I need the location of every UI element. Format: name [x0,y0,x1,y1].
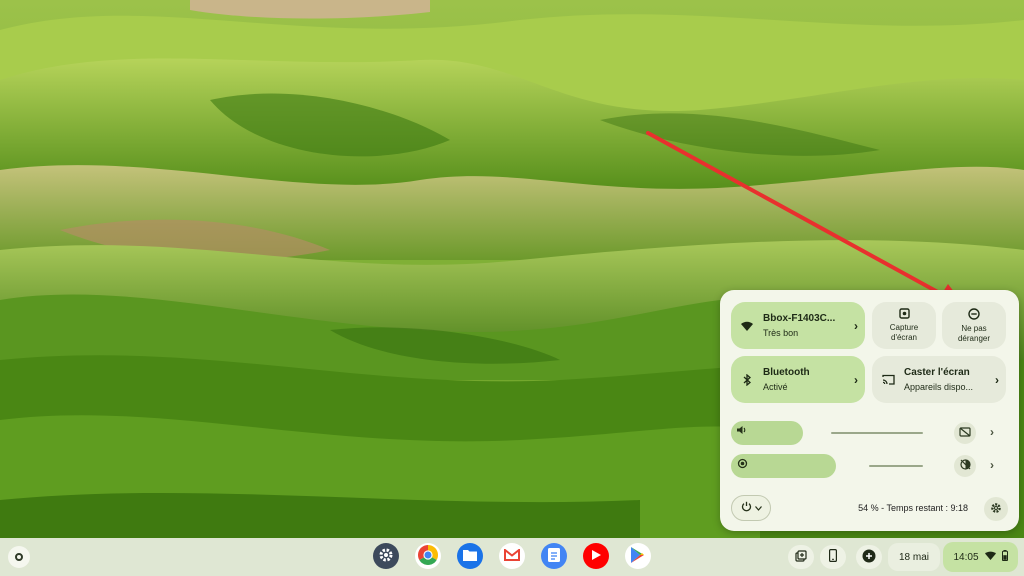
add-circle-icon [862,549,876,566]
folder-icon [463,549,477,564]
live-caption-button[interactable] [954,422,976,444]
wifi-tile[interactable]: Bbox-F1403C... Très bon › [731,302,865,349]
phone-icon [829,549,838,565]
power-icon [741,501,752,515]
chrome-icon [417,544,439,569]
do-not-disturb-button[interactable]: Ne pas déranger [942,302,1006,349]
do-not-disturb-label-2: déranger [957,333,991,343]
chevron-right-icon: › [854,372,858,387]
chevron-right-icon: › [995,372,999,387]
cast-icon [872,374,904,385]
tote-button[interactable] [788,545,814,569]
screen-capture-button[interactable]: Capture d'écran [872,302,936,349]
chevron-right-icon: › [854,318,858,333]
chrome-app[interactable] [415,543,441,569]
time-label: 14:05 [953,551,979,563]
launcher-icon [15,553,23,561]
date-label: 18 mai [898,551,929,563]
gear-icon [378,547,394,566]
gear-icon [990,502,1002,517]
youtube-icon [591,549,601,563]
brightness-slider-row: › [731,454,1007,478]
volume-slider[interactable] [731,421,925,445]
wifi-signal-status: Très bon [763,327,799,338]
wifi-icon [984,551,996,563]
settings-button[interactable] [984,497,1008,521]
bluetooth-icon [731,373,763,386]
date-button[interactable]: 18 mai [888,543,940,571]
screen-capture-label-1: Capture [889,323,919,332]
brightness-icon [737,458,748,472]
docs-app[interactable] [541,543,567,569]
shelf: 18 mai 14:05 [0,538,1024,576]
power-menu-button[interactable] [731,495,771,521]
audio-settings-chevron-icon[interactable]: › [990,425,994,439]
screen-capture-icon [898,308,910,320]
bluetooth-title: Bluetooth [763,366,810,378]
docs-icon [548,547,560,565]
volume-slider-row: › [731,421,1007,445]
volume-icon [737,425,747,438]
gmail-app[interactable] [499,543,525,569]
night-light-off-icon [959,459,971,473]
display-settings-chevron-icon[interactable]: › [990,458,994,472]
bluetooth-status: Activé [763,381,788,392]
tote-icon [795,549,807,565]
screen-capture-label-2: d'écran [891,333,917,342]
battery-icon [1001,550,1008,564]
bluetooth-tile[interactable]: Bluetooth Activé › [731,356,865,403]
brightness-slider[interactable] [731,454,925,478]
battery-status-text: 54 % - Temps restant : 9:18 [858,503,968,513]
files-app[interactable] [457,543,483,569]
wifi-icon [731,321,763,331]
quick-settings-panel: Bbox-F1403C... Très bon › Capture d'écra… [720,290,1019,531]
youtube-app[interactable] [583,543,609,569]
add-button[interactable] [856,545,882,569]
live-caption-off-icon [959,426,971,440]
cast-screen-tile[interactable]: Caster l'écran Appareils dispo... › [872,356,1006,403]
launcher-button[interactable] [8,546,30,568]
do-not-disturb-label-1: Ne pas [961,323,987,333]
gmail-icon [504,547,520,564]
cast-subtitle: Appareils dispo... [904,381,974,392]
chevron-down-icon [754,502,762,514]
settings-app[interactable] [373,543,399,569]
play-store-app[interactable] [625,543,651,569]
do-not-disturb-icon [968,307,980,321]
system-tray-status[interactable]: 14:05 [943,542,1018,572]
phone-hub-button[interactable] [820,545,846,569]
play-store-icon [631,546,645,566]
night-light-button[interactable] [954,455,976,477]
cast-title: Caster l'écran [904,366,970,378]
wifi-network-name: Bbox-F1403C... [763,312,836,324]
